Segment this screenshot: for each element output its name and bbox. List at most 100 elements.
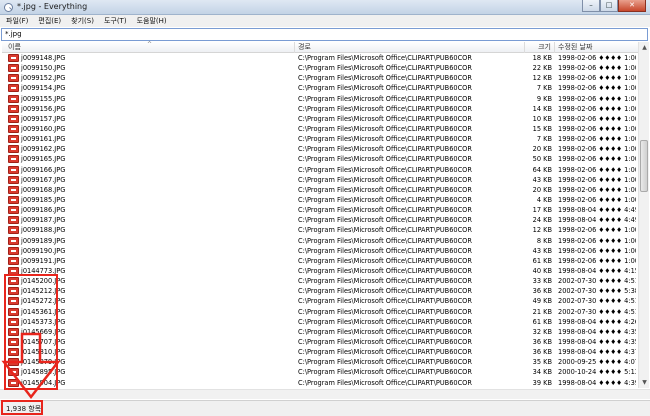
- file-size: 61 KB: [532, 256, 552, 265]
- table-row[interactable]: j0099185.JPG C:\Program Files\Microsoft O…: [2, 195, 636, 205]
- jpg-file-icon: [8, 94, 19, 103]
- file-date: 1998-02-06 ♦♦♦♦ 1:00: [558, 155, 636, 164]
- file-path: C:\Program Files\Microsoft Office\CLIPAR…: [298, 124, 472, 133]
- search-input[interactable]: *.jpg: [1, 28, 648, 41]
- table-row[interactable]: j0145212.JPG C:\Program Files\Microsoft O…: [2, 286, 636, 296]
- menu-file[interactable]: 파일(F): [6, 16, 28, 26]
- file-name: j0145212.JPG: [21, 287, 66, 296]
- file-name: j0145373.JPG: [21, 317, 66, 326]
- table-row[interactable]: j0099161.JPG C:\Program Files\Microsoft O…: [2, 134, 636, 144]
- file-path: C:\Program Files\Microsoft Office\CLIPAR…: [298, 175, 472, 184]
- file-size: 14 KB: [532, 104, 552, 113]
- file-list: j0099148.JPG C:\Program Files\Microsoft O…: [2, 53, 636, 388]
- column-header: 이름 ^ 경로 크기 수정된 날짜: [2, 41, 638, 53]
- table-row[interactable]: j0099186.JPG C:\Program Files\Microsoft O…: [2, 205, 636, 215]
- title-bar[interactable]: *.jpg - Everything – □ ✕: [0, 0, 650, 15]
- jpg-file-icon: [8, 256, 19, 265]
- table-row[interactable]: j0099156.JPG C:\Program Files\Microsoft O…: [2, 104, 636, 114]
- table-row[interactable]: j0099188.JPG C:\Program Files\Microsoft O…: [2, 225, 636, 235]
- file-size: 33 KB: [532, 277, 552, 286]
- file-name: j0144773.JPG: [21, 266, 66, 275]
- table-row[interactable]: j0145361.JPG C:\Program Files\Microsoft O…: [2, 307, 636, 317]
- menu-help[interactable]: 도움말(H): [137, 16, 167, 26]
- column-header-size[interactable]: 크기: [525, 42, 555, 53]
- table-row[interactable]: j0145373.JPG C:\Program Files\Microsoft O…: [2, 317, 636, 327]
- table-row[interactable]: j0145904.JPG C:\Program Files\Microsoft O…: [2, 378, 636, 388]
- table-row[interactable]: j0145707.JPG C:\Program Files\Microsoft O…: [2, 337, 636, 347]
- table-row[interactable]: j0099148.JPG C:\Program Files\Microsoft O…: [2, 53, 636, 63]
- file-size: 24 KB: [532, 216, 552, 225]
- table-row[interactable]: j0099152.JPG C:\Program Files\Microsoft O…: [2, 73, 636, 83]
- table-row[interactable]: j0099166.JPG C:\Program Files\Microsoft O…: [2, 165, 636, 175]
- file-path: C:\Program Files\Microsoft Office\CLIPAR…: [298, 337, 472, 346]
- scroll-thumb[interactable]: [640, 140, 648, 192]
- table-row[interactable]: j0099189.JPG C:\Program Files\Microsoft O…: [2, 236, 636, 246]
- file-size: 40 KB: [532, 266, 552, 275]
- file-size: 43 KB: [532, 246, 552, 255]
- file-path: C:\Program Files\Microsoft Office\CLIPAR…: [298, 54, 472, 62]
- table-row[interactable]: j0145669.JPG C:\Program Files\Microsoft O…: [2, 327, 636, 337]
- file-name: j0145707.JPG: [21, 337, 66, 346]
- file-name: j0099166.JPG: [21, 165, 66, 174]
- jpg-file-icon: [8, 195, 19, 204]
- table-row[interactable]: j0145895.JPG C:\Program Files\Microsoft O…: [2, 367, 636, 377]
- window-controls: – □ ✕: [582, 0, 646, 13]
- file-path: C:\Program Files\Microsoft Office\CLIPAR…: [298, 114, 472, 123]
- file-size: 64 KB: [532, 165, 552, 174]
- table-row[interactable]: j0145200.JPG C:\Program Files\Microsoft O…: [2, 276, 636, 286]
- file-date: 1998-08-04 ♦♦♦♦ 4:35: [558, 327, 636, 336]
- menu-edit[interactable]: 편집(E): [38, 16, 61, 26]
- jpg-file-icon: [8, 337, 19, 346]
- column-header-path[interactable]: 경로: [295, 42, 525, 53]
- table-row[interactable]: j0099155.JPG C:\Program Files\Microsoft O…: [2, 94, 636, 104]
- file-name: j0099191.JPG: [21, 256, 66, 265]
- table-row[interactable]: j0099167.JPG C:\Program Files\Microsoft O…: [2, 175, 636, 185]
- table-row[interactable]: j0145879.JPG C:\Program Files\Microsoft O…: [2, 357, 636, 367]
- file-path: C:\Program Files\Microsoft Office\CLIPAR…: [298, 104, 472, 113]
- table-row[interactable]: j0099191.JPG C:\Program Files\Microsoft O…: [2, 256, 636, 266]
- file-date: 1998-02-06 ♦♦♦♦ 1:00: [558, 104, 636, 113]
- jpg-file-icon: [8, 246, 19, 255]
- table-row[interactable]: j0099165.JPG C:\Program Files\Microsoft O…: [2, 154, 636, 164]
- status-bar: 1,938 항목: [0, 400, 650, 416]
- jpg-file-icon: [8, 185, 19, 194]
- file-date: 1998-02-06 ♦♦♦♦ 1:00: [558, 226, 636, 235]
- file-date: 1998-08-04 ♦♦♦♦ 4:49: [558, 216, 636, 225]
- minimize-button[interactable]: –: [582, 0, 600, 12]
- file-size: 10 KB: [532, 114, 552, 123]
- file-name: j0145895.JPG: [21, 368, 66, 377]
- column-header-date[interactable]: 수정된 날짜: [555, 42, 638, 53]
- horizontal-scrollbar[interactable]: [0, 389, 650, 399]
- file-size: 12 KB: [532, 226, 552, 235]
- file-date: 1998-02-06 ♦♦♦♦ 1:00: [558, 195, 636, 204]
- close-button[interactable]: ✕: [618, 0, 646, 12]
- jpg-file-icon: [8, 378, 19, 387]
- table-row[interactable]: j0099150.JPG C:\Program Files\Microsoft O…: [2, 63, 636, 73]
- jpg-file-icon: [8, 64, 19, 73]
- scroll-up-icon[interactable]: ▲: [640, 43, 649, 52]
- file-date: 1998-02-06 ♦♦♦♦ 1:00: [558, 124, 636, 133]
- table-row[interactable]: j0099157.JPG C:\Program Files\Microsoft O…: [2, 114, 636, 124]
- table-row[interactable]: j0099162.JPG C:\Program Files\Microsoft O…: [2, 144, 636, 154]
- file-path: C:\Program Files\Microsoft Office\CLIPAR…: [298, 358, 472, 367]
- table-row[interactable]: j0145272.JPG C:\Program Files\Microsoft O…: [2, 296, 636, 306]
- menu-search[interactable]: 찾기(S): [71, 16, 94, 26]
- jpg-file-icon: [8, 266, 19, 275]
- file-size: 18 KB: [532, 54, 552, 62]
- file-date: 1998-02-06 ♦♦♦♦ 1:00: [558, 84, 636, 93]
- vertical-scrollbar[interactable]: ▲ ▼: [638, 42, 649, 388]
- menu-tools[interactable]: 도구(T): [104, 16, 127, 26]
- table-row[interactable]: j0099187.JPG C:\Program Files\Microsoft O…: [2, 215, 636, 225]
- table-row[interactable]: j0099190.JPG C:\Program Files\Microsoft O…: [2, 246, 636, 256]
- jpg-file-icon: [8, 124, 19, 133]
- table-row[interactable]: j0099160.JPG C:\Program Files\Microsoft O…: [2, 124, 636, 134]
- jpg-file-icon: [8, 307, 19, 316]
- table-row[interactable]: j0145810.JPG C:\Program Files\Microsoft O…: [2, 347, 636, 357]
- table-row[interactable]: j0144773.JPG C:\Program Files\Microsoft O…: [2, 266, 636, 276]
- table-row[interactable]: j0099154.JPG C:\Program Files\Microsoft O…: [2, 83, 636, 93]
- jpg-file-icon: [8, 135, 19, 144]
- file-name: j0099160.JPG: [21, 124, 66, 133]
- scroll-down-icon[interactable]: ▼: [640, 378, 649, 387]
- maximize-button[interactable]: □: [600, 0, 618, 12]
- table-row[interactable]: j0099168.JPG C:\Program Files\Microsoft O…: [2, 185, 636, 195]
